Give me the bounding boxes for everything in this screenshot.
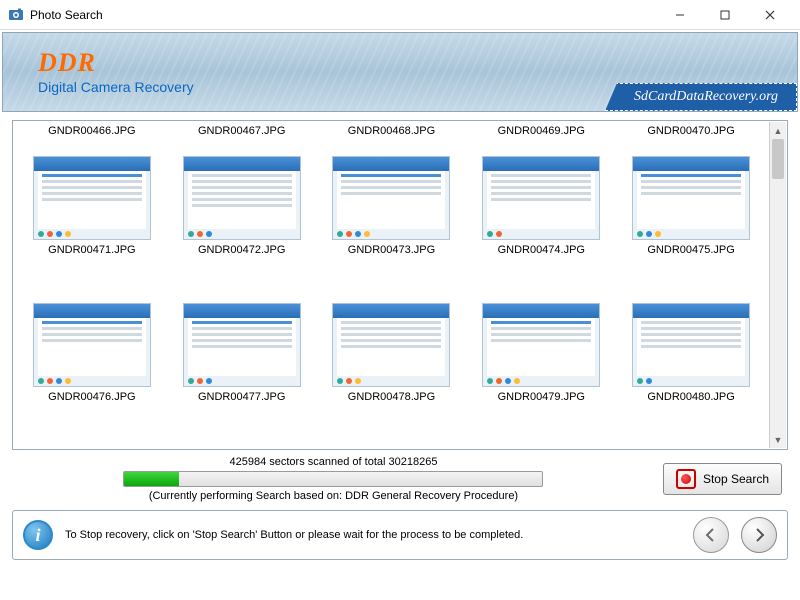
thumbnail-image[interactable]	[332, 303, 450, 387]
thumbnail-item[interactable]: GNDR00467.JPG	[167, 125, 317, 155]
thumbnail-name: GNDR00478.JPG	[348, 391, 435, 403]
scroll-track[interactable]	[770, 139, 786, 431]
thumbnail-name: GNDR00480.JPG	[647, 391, 734, 403]
brand-logo: DDR Digital Camera Recovery	[38, 50, 194, 95]
thumbnail-name: GNDR00475.JPG	[647, 244, 734, 256]
titlebar: Photo Search	[0, 0, 800, 30]
progress-bar	[123, 471, 543, 487]
thumbnail-item[interactable]: GNDR00471.JPG	[17, 156, 167, 301]
thumbnail-image[interactable]	[33, 303, 151, 387]
maximize-button[interactable]	[702, 1, 747, 29]
thumbnail-panel: GNDR00466.JPG GNDR00467.JPG GNDR00468.JP…	[12, 120, 788, 450]
thumbnail-name: GNDR00474.JPG	[498, 244, 585, 256]
stop-icon	[676, 469, 696, 489]
progress-subtext: (Currently performing Search based on: D…	[18, 490, 649, 502]
thumbnail-name: GNDR00477.JPG	[198, 391, 285, 403]
scroll-handle[interactable]	[772, 139, 784, 179]
thumbnail-item[interactable]: GNDR00472.JPG	[167, 156, 317, 301]
thumbnail-item[interactable]: GNDR00466.JPG	[17, 125, 167, 155]
thumbnail-item[interactable]: GNDR00479.JPG	[466, 303, 616, 448]
chevron-right-icon	[751, 527, 767, 543]
thumbnail-image[interactable]	[183, 156, 301, 240]
banner: DDR Digital Camera Recovery SdCardDataRe…	[2, 32, 798, 112]
footer-bar: i To Stop recovery, click on 'Stop Searc…	[12, 510, 788, 560]
thumbnail-item[interactable]: GNDR00474.JPG	[466, 156, 616, 301]
thumbnail-name: GNDR00471.JPG	[48, 244, 135, 256]
thumbnail-image[interactable]	[482, 303, 600, 387]
back-button[interactable]	[693, 517, 729, 553]
thumbnail-name: GNDR00467.JPG	[198, 125, 285, 137]
thumbnail-name: GNDR00476.JPG	[48, 391, 135, 403]
thumbnail-item[interactable]: GNDR00478.JPG	[317, 303, 467, 448]
scroll-up-icon[interactable]: ▲	[770, 122, 786, 139]
logo-subtitle: Digital Camera Recovery	[38, 79, 194, 95]
thumbnail-image[interactable]	[183, 303, 301, 387]
thumbnail-item[interactable]: GNDR00476.JPG	[17, 303, 167, 448]
thumbnail-name: GNDR00479.JPG	[498, 391, 585, 403]
thumbnail-name: GNDR00473.JPG	[348, 244, 435, 256]
progress-section: 425984 sectors scanned of total 30218265…	[12, 456, 788, 502]
thumbnail-name: GNDR00468.JPG	[348, 125, 435, 137]
thumbnail-grid: GNDR00466.JPG GNDR00467.JPG GNDR00468.JP…	[13, 121, 770, 449]
site-badge: SdCardDataRecovery.org	[605, 83, 797, 111]
thumbnail-item[interactable]: GNDR00477.JPG	[167, 303, 317, 448]
thumbnail-image[interactable]	[482, 156, 600, 240]
chevron-left-icon	[703, 527, 719, 543]
logo-text: DDR	[38, 50, 194, 76]
thumbnail-item[interactable]: GNDR00469.JPG	[466, 125, 616, 155]
scrollbar[interactable]: ▲ ▼	[769, 122, 786, 448]
thumbnail-image[interactable]	[632, 156, 750, 240]
forward-button[interactable]	[741, 517, 777, 553]
thumbnail-name: GNDR00469.JPG	[498, 125, 585, 137]
thumbnail-item[interactable]: GNDR00473.JPG	[317, 156, 467, 301]
thumbnail-image[interactable]	[33, 156, 151, 240]
thumbnail-name: GNDR00466.JPG	[48, 125, 135, 137]
footer-text: To Stop recovery, click on 'Stop Search'…	[65, 529, 681, 541]
info-icon: i	[23, 520, 53, 550]
thumbnail-name: GNDR00470.JPG	[647, 125, 734, 137]
thumbnail-item[interactable]: GNDR00470.JPG	[616, 125, 766, 155]
stop-search-button[interactable]: Stop Search	[663, 463, 782, 495]
window-title: Photo Search	[30, 8, 657, 22]
thumbnail-name: GNDR00472.JPG	[198, 244, 285, 256]
thumbnail-image[interactable]	[632, 303, 750, 387]
minimize-button[interactable]	[657, 1, 702, 29]
progress-fill	[124, 472, 178, 486]
thumbnail-item[interactable]: GNDR00475.JPG	[616, 156, 766, 301]
thumbnail-image[interactable]	[332, 156, 450, 240]
window-controls	[657, 1, 792, 29]
thumbnail-item[interactable]: GNDR00480.JPG	[616, 303, 766, 448]
scroll-down-icon[interactable]: ▼	[770, 431, 786, 448]
app-icon	[8, 7, 24, 23]
thumbnail-item[interactable]: GNDR00468.JPG	[317, 125, 467, 155]
progress-text: 425984 sectors scanned of total 30218265	[18, 456, 649, 468]
stop-button-label: Stop Search	[703, 472, 769, 486]
close-button[interactable]	[747, 1, 792, 29]
